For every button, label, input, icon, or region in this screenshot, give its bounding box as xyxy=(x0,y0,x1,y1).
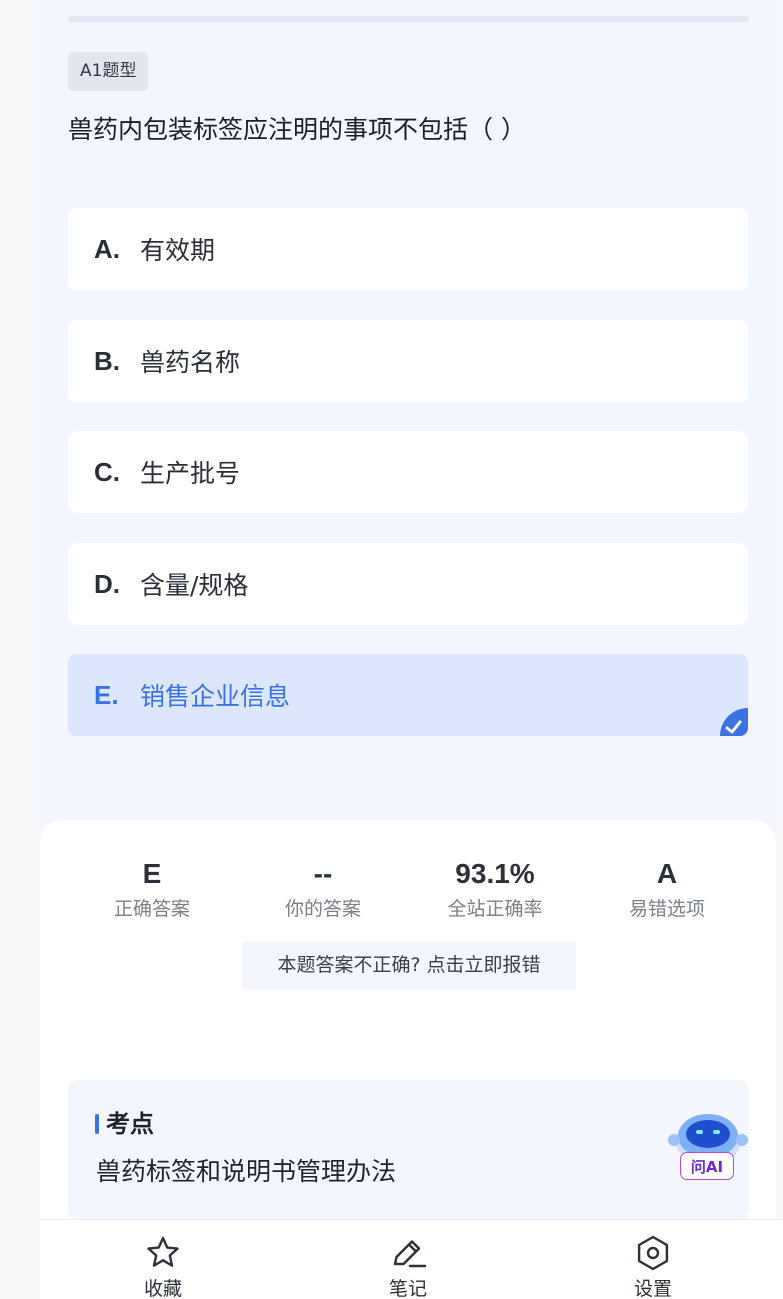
tab-notes[interactable]: 笔记 xyxy=(363,1234,453,1299)
tab-favorite[interactable]: 收藏 xyxy=(118,1234,208,1299)
option-text: 销售企业信息 xyxy=(140,682,291,711)
tab-settings-label: 设置 xyxy=(633,1278,672,1299)
option-text: 有效期 xyxy=(140,236,216,265)
correct-answer-value: E xyxy=(142,858,162,889)
your-answer-value: -- xyxy=(313,858,333,889)
stat-accuracy-rate: 93.1% 全站正确率 xyxy=(415,856,575,922)
common-wrong-label: 易错选项 xyxy=(628,898,705,920)
stat-common-wrong: A 易错选项 xyxy=(587,856,747,922)
stat-your-answer: -- 你的答案 xyxy=(243,856,403,922)
star-icon xyxy=(147,1236,179,1267)
report-error-button[interactable]: 本题答案不正确? 点击立即报错 xyxy=(242,941,576,990)
common-wrong-value: A xyxy=(656,858,678,889)
progress-track xyxy=(68,16,749,22)
option-e[interactable]: E. 销售企业信息 xyxy=(68,654,748,736)
accuracy-rate-value: 93.1% xyxy=(455,858,535,889)
question-stem: 兽药内包装标签应注明的事项不包括（ ） xyxy=(68,115,526,144)
option-text: 兽药名称 xyxy=(140,348,241,377)
ask-ai-button[interactable]: 问AI xyxy=(680,1152,734,1180)
pencil-icon xyxy=(393,1240,427,1268)
option-letter: C. xyxy=(94,456,120,487)
option-c[interactable]: C. 生产批号 xyxy=(68,431,748,513)
option-b[interactable]: B. 兽药名称 xyxy=(68,320,748,402)
option-letter: B. xyxy=(94,345,120,376)
option-text: 生产批号 xyxy=(140,459,241,488)
correct-answer-label: 正确答案 xyxy=(113,898,190,920)
option-letter: A. xyxy=(94,233,120,264)
keypoint-title: 考点 xyxy=(106,1110,154,1138)
keypoint-accent-bar xyxy=(95,1114,99,1134)
option-letter: D. xyxy=(94,568,120,599)
your-answer-label: 你的答案 xyxy=(284,898,361,920)
option-d[interactable]: D. 含量/规格 xyxy=(68,543,748,625)
tab-settings[interactable]: 设置 xyxy=(608,1234,698,1299)
option-text: 含量/规格 xyxy=(140,571,249,600)
stat-correct-answer: E 正确答案 xyxy=(72,856,232,922)
tab-favorite-label: 收藏 xyxy=(143,1278,182,1299)
option-letter: E. xyxy=(94,679,119,710)
keypoint-text: 兽药标签和说明书管理办法 xyxy=(96,1157,397,1186)
accuracy-rate-label: 全站正确率 xyxy=(447,898,543,920)
option-a[interactable]: A. 有效期 xyxy=(68,208,748,290)
tab-notes-label: 笔记 xyxy=(388,1278,427,1299)
gear-icon xyxy=(637,1235,669,1271)
question-type-tag: A1题型 xyxy=(68,52,149,91)
keypoint-card xyxy=(68,1080,749,1220)
checkmark-icon xyxy=(720,708,748,736)
screen: A1题型 兽药内包装标签应注明的事项不包括（ ） A. 有效期 B. 兽药名称 … xyxy=(0,0,783,1299)
